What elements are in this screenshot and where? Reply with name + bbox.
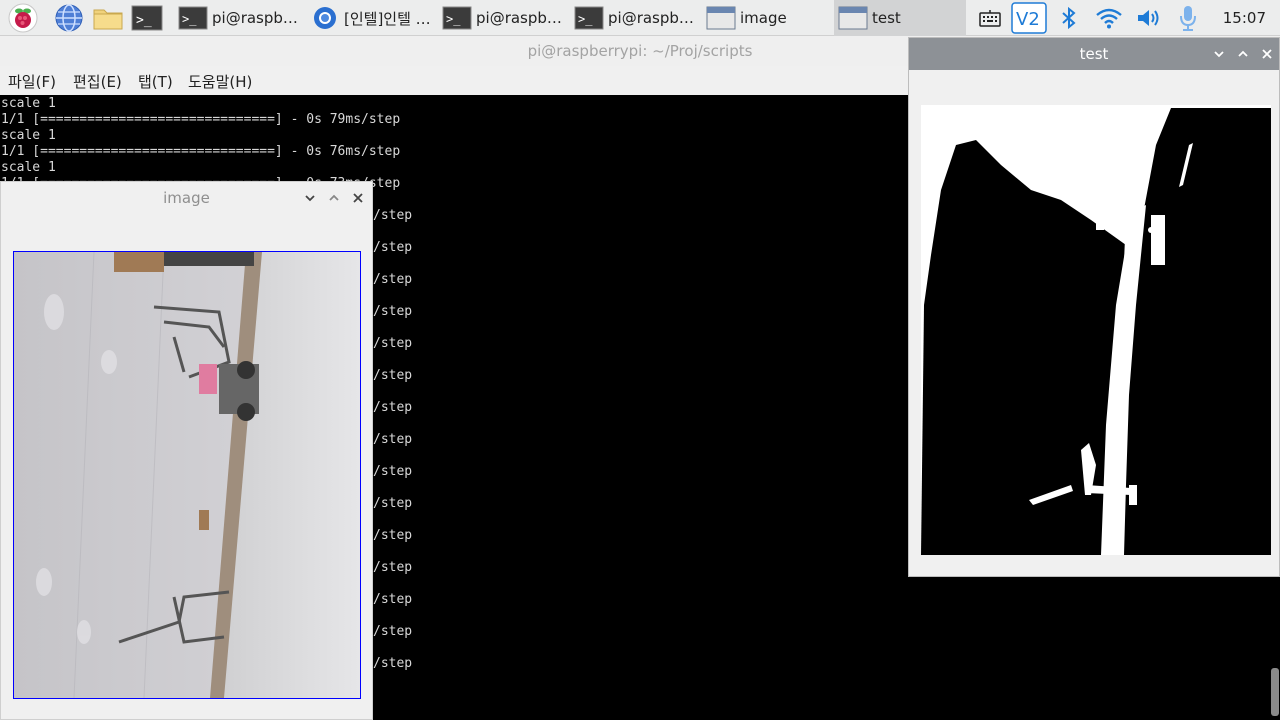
terminal-line: scale 1 <box>1 96 56 111</box>
task-chromium[interactable]: [인텔]인텔 … <box>306 0 438 36</box>
terminal-title: pi@raspberrypi: ~/Proj/scripts <box>527 42 753 60</box>
minimize-icon[interactable] <box>302 190 318 206</box>
terminal-line: 1/1 [==============================] - 0… <box>1 112 401 127</box>
keyboard-icon[interactable] <box>976 3 1004 33</box>
task-label: pi@raspber… <box>212 9 306 27</box>
svg-text:>_: >_ <box>446 12 461 26</box>
web-browser-icon[interactable] <box>54 3 84 33</box>
maximize-icon[interactable] <box>1235 46 1251 62</box>
terminal-line: scale 1 <box>1 160 56 175</box>
terminal-line-partial: /step <box>373 560 413 575</box>
task-label: pi@raspber… <box>608 9 702 27</box>
image-window[interactable]: image <box>0 181 373 720</box>
svg-text:>_: >_ <box>578 12 593 26</box>
terminal-line-partial: /step <box>373 528 413 543</box>
terminal-scrollbar[interactable] <box>1271 668 1279 716</box>
taskbar: >_ >_ pi@raspber… [인텔]인텔 … >_ pi@raspber… <box>0 0 1280 36</box>
test-window-titlebar[interactable]: test <box>909 38 1279 70</box>
menu-edit[interactable]: 편집(E) <box>73 71 122 92</box>
terminal-line-partial: /step <box>373 592 413 607</box>
terminal-line-partial: /step <box>373 336 413 351</box>
svg-text:>_: >_ <box>182 12 197 26</box>
binary-mask-image <box>921 105 1271 555</box>
test-window[interactable]: test <box>908 37 1280 577</box>
chromium-icon <box>314 7 336 29</box>
terminal-launcher-icon[interactable]: >_ <box>131 3 163 33</box>
task-label: pi@raspber… <box>476 9 570 27</box>
terminal-line-partial: /step <box>373 400 413 415</box>
minimize-icon[interactable] <box>1211 46 1227 62</box>
menu-help[interactable]: 도움말(H) <box>188 71 252 92</box>
task-test-window[interactable]: test <box>834 0 966 36</box>
terminal-line: scale 1 <box>1 128 56 143</box>
svg-text:>_: >_ <box>136 13 152 28</box>
vnc-icon[interactable]: V2 <box>1011 2 1047 34</box>
raspberry-menu-icon[interactable] <box>8 3 38 33</box>
image-window-titlebar[interactable]: image <box>1 182 372 214</box>
task-label: test <box>872 9 901 27</box>
terminal-line-partial: /step <box>373 464 413 479</box>
window-icon <box>706 6 736 30</box>
terminal-line-partial: /step <box>373 240 413 255</box>
close-icon[interactable] <box>1259 46 1275 62</box>
volume-icon[interactable] <box>1134 3 1164 33</box>
task-terminal-3[interactable]: >_ pi@raspber… <box>570 0 702 36</box>
terminal-icon: >_ <box>442 6 472 30</box>
terminal-line: 1/1 [==============================] - 0… <box>1 144 401 159</box>
window-icon <box>838 6 868 30</box>
terminal-line-partial: /step <box>373 624 413 639</box>
svg-text:V2: V2 <box>1016 9 1040 30</box>
terminal-line-partial: /step <box>373 496 413 511</box>
terminal-line-partial: /step <box>373 304 413 319</box>
task-terminal-1[interactable]: >_ pi@raspber… <box>174 0 306 36</box>
terminal-line-partial: /step <box>373 208 413 223</box>
file-manager-icon[interactable] <box>92 3 123 33</box>
terminal-line-partial: /step <box>373 368 413 383</box>
terminal-icon: >_ <box>178 6 208 30</box>
bluetooth-icon[interactable] <box>1056 3 1082 33</box>
task-terminal-2[interactable]: >_ pi@raspber… <box>438 0 570 36</box>
task-image-window[interactable]: image <box>702 0 834 36</box>
camera-image <box>13 251 361 699</box>
menu-tabs[interactable]: 탭(T) <box>138 71 173 92</box>
terminal-icon: >_ <box>574 6 604 30</box>
menu-file[interactable]: 파일(F) <box>8 71 56 92</box>
terminal-line-partial: /step <box>373 656 413 671</box>
task-label: [인텔]인텔 … <box>344 9 431 28</box>
clock[interactable]: 15:07 <box>1223 0 1266 36</box>
task-label: image <box>740 9 787 27</box>
microphone-icon[interactable] <box>1174 3 1202 33</box>
close-icon[interactable] <box>350 190 366 206</box>
maximize-icon[interactable] <box>326 190 342 206</box>
wifi-icon[interactable] <box>1094 3 1124 33</box>
terminal-line-partial: /step <box>373 272 413 287</box>
terminal-line-partial: /step <box>373 432 413 447</box>
